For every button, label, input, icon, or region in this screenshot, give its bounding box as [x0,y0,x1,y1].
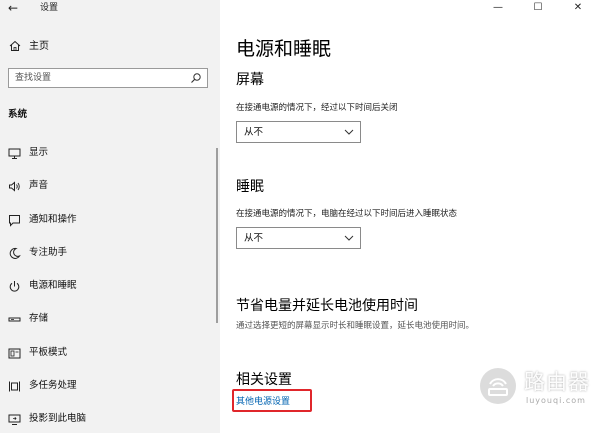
battery-description: 通过选择更短的屏幕显示时长和睡眠设置，延长电池使用时间。 [236,321,475,331]
sidebar-item-notifications[interactable]: 通知和操作 [0,207,212,240]
sidebar-item-power-sleep[interactable]: 电源和睡眠 [0,273,212,306]
content-pane: — ☐ ✕ 电源和睡眠 屏幕 在接通电源的情况下，经过以下时间后关闭 从不 睡眠… [220,0,600,433]
maximize-button[interactable]: ☐ [520,0,556,18]
sidebar-item-label: 专注助手 [29,246,68,258]
sidebar-item-sound[interactable]: 声音 [0,173,212,206]
sidebar-item-storage[interactable]: 存储 [0,306,212,339]
home-icon [9,40,21,51]
app-title: 设置 [40,3,59,13]
sidebar-item-label: 通知和操作 [29,213,77,225]
back-arrow-icon[interactable]: ← [8,1,22,15]
sleep-description: 在接通电源的情况下，电脑在经过以下时间后进入睡眠状态 [236,209,458,219]
moon-icon [9,247,21,259]
sidebar-item-label: 声音 [29,180,49,192]
display-icon [8,148,21,159]
watermark: 路由器 luyouqi.com [460,358,600,418]
sound-icon [9,181,20,192]
sidebar-item-label: 多任务处理 [29,380,77,392]
search-input[interactable] [9,69,187,87]
battery-heading: 节省电量并延长电池使用时间 [236,298,418,314]
sleep-heading: 睡眠 [236,179,264,195]
page-title: 电源和睡眠 [236,38,332,60]
title-bar: ← 设置 [0,0,220,18]
window-controls: — ☐ ✕ [480,0,600,18]
storage-icon [8,317,21,322]
sidebar-item-project-to-pc[interactable]: 投影到此电脑 [0,406,212,433]
screen-heading: 屏幕 [236,72,264,88]
screen-timeout-dropdown[interactable]: 从不 [236,121,361,143]
tablet-icon [8,348,21,359]
sidebar-item-focus-assist[interactable]: 专注助手 [0,240,212,273]
sidebar-item-label: 显示 [29,147,49,158]
navigation-pane: ← 设置 主页 系统 显示 [0,0,220,433]
nav-list: 显示 声音 通知和操作 专注助手 电源和睡眠 存储 平板模式 多任务处理 投影到… [0,140,212,433]
dropdown-value: 从不 [244,127,264,138]
search-icon[interactable] [190,72,202,84]
sidebar-item-label: 存储 [29,313,49,325]
project-icon [8,414,21,426]
home-label: 主页 [29,41,49,52]
dropdown-value: 从不 [244,233,264,244]
watermark-logo [480,368,516,404]
chevron-down-icon [344,129,354,135]
sidebar-item-tablet-mode[interactable]: 平板模式 [0,340,212,373]
sidebar-item-multitasking[interactable]: 多任务处理 [0,373,212,406]
sidebar-item-label: 平板模式 [29,346,68,358]
sidebar-item-label: 电源和睡眠 [29,280,77,292]
related-settings-heading: 相关设置 [236,372,292,388]
router-icon [488,378,508,396]
screen-description: 在接通电源的情况下，经过以下时间后关闭 [236,103,398,113]
settings-window: ← 设置 主页 系统 显示 [0,0,600,433]
sidebar-item-display[interactable]: 显示 [0,140,212,173]
home-button[interactable]: 主页 [0,36,220,58]
watermark-text: 路由器 [524,370,590,394]
sidebar-item-label: 投影到此电脑 [29,413,87,425]
chevron-down-icon [344,235,354,241]
minimize-button[interactable]: — [480,0,516,18]
notification-icon [9,214,20,227]
close-button[interactable]: ✕ [560,0,596,18]
sleep-timeout-dropdown[interactable]: 从不 [236,227,361,249]
multitask-icon [9,381,20,392]
power-icon [9,281,20,292]
highlight-annotation [232,389,312,412]
nav-scrollbar[interactable] [216,148,218,323]
section-title-system: 系统 [8,109,28,120]
search-box[interactable] [8,68,208,88]
watermark-url: luyouqi.com [526,396,586,405]
